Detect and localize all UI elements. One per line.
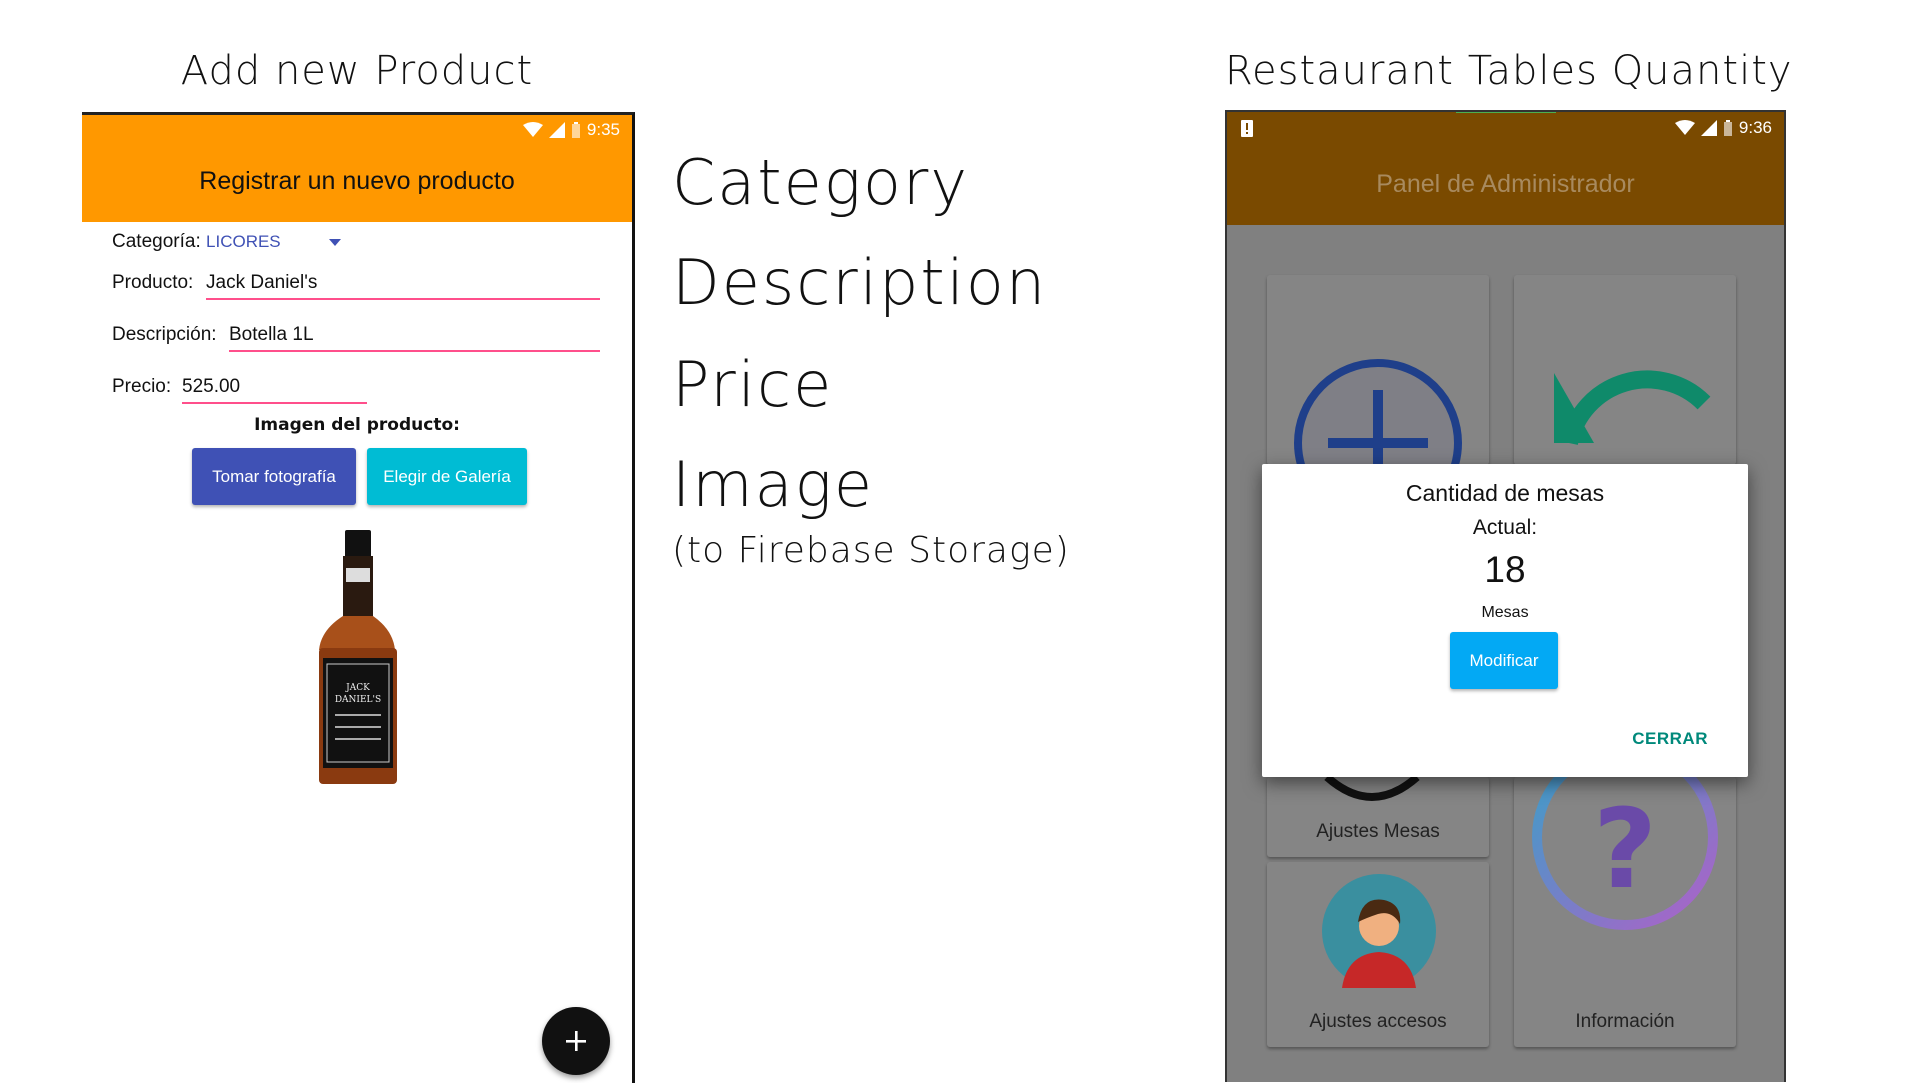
battery-icon bbox=[1723, 119, 1732, 136]
tables-unit: Mesas bbox=[1481, 604, 1529, 621]
caption-add-product: Add new Product bbox=[180, 48, 534, 94]
category-row: Categoría: LICORES bbox=[112, 231, 342, 253]
dialog-title: Cantidad de mesas bbox=[1405, 480, 1605, 506]
admin-panel-screen: 9:36 Panel de Administrador Ajustes Mesa… bbox=[1225, 110, 1786, 1082]
price-label: Precio: bbox=[112, 376, 172, 397]
status-bar: 9:35 bbox=[82, 115, 632, 145]
signal-icon bbox=[548, 122, 565, 138]
label-image: Image bbox=[672, 448, 875, 521]
category-value: LICORES bbox=[206, 232, 281, 251]
category-select[interactable]: LICORES bbox=[206, 232, 342, 251]
label-description: Description bbox=[672, 246, 1048, 319]
tile-ajustes-accesos[interactable]: Ajustes accesos bbox=[1267, 862, 1489, 1047]
svg-text:DANIEL'S: DANIEL'S bbox=[335, 695, 381, 705]
product-input[interactable]: Jack Daniel's bbox=[206, 272, 600, 300]
tile-label: Ajustes accesos bbox=[1309, 1011, 1447, 1032]
add-product-screen: 9:35 Registrar un nuevo producto Categor… bbox=[82, 112, 635, 1083]
tile-ajustes-mesas[interactable]: Ajustes Mesas bbox=[1267, 777, 1489, 857]
refresh-icon bbox=[1554, 370, 1711, 446]
gear-icon bbox=[1324, 777, 1420, 801]
alert-icon bbox=[1241, 120, 1253, 137]
image-label: Imagen del producto: bbox=[254, 415, 460, 435]
tile-refresh[interactable] bbox=[1514, 275, 1736, 465]
add-circle-icon bbox=[1294, 359, 1462, 465]
tile-label: Información bbox=[1575, 1011, 1675, 1032]
status-bar: 9:36 bbox=[1227, 112, 1784, 144]
product-image: JACK DANIEL'S bbox=[319, 530, 397, 784]
choose-gallery-button[interactable]: Elegir de Galería bbox=[367, 448, 527, 505]
modify-button[interactable]: Modificar bbox=[1450, 632, 1558, 689]
svg-text:JACK: JACK bbox=[345, 683, 370, 693]
category-label: Categoría: bbox=[112, 231, 201, 252]
caption-restaurant-tables: Restaurant Tables Quantity bbox=[1225, 48, 1793, 94]
label-category: Category bbox=[672, 146, 970, 219]
wifi-icon bbox=[522, 122, 543, 137]
signal-icon bbox=[1700, 120, 1717, 136]
label-price: Price bbox=[672, 348, 834, 421]
battery-icon bbox=[571, 121, 580, 138]
tables-quantity-dialog: Cantidad de mesas Actual: 18 Mesas Modif… bbox=[1262, 464, 1748, 777]
take-photo-button[interactable]: Tomar fotografía bbox=[192, 448, 356, 505]
tables-count: 18 bbox=[1484, 549, 1526, 590]
description-label: Descripción: bbox=[112, 324, 217, 345]
dropdown-caret-icon bbox=[329, 239, 342, 247]
label-image-note: (to Firebase Storage) bbox=[672, 530, 1070, 571]
tile-label: Ajustes Mesas bbox=[1316, 821, 1440, 842]
wifi-icon bbox=[1674, 120, 1695, 135]
tile-add[interactable] bbox=[1267, 275, 1489, 465]
help-icon: ? bbox=[1532, 777, 1718, 930]
tile-informacion[interactable]: ? Información bbox=[1514, 777, 1736, 1047]
app-bar-title: Registrar un nuevo producto bbox=[199, 167, 515, 195]
add-product-fab[interactable] bbox=[542, 1007, 610, 1075]
status-time: 9:35 bbox=[586, 120, 620, 139]
svg-text:?: ? bbox=[1593, 785, 1657, 913]
close-button[interactable]: CERRAR bbox=[1632, 729, 1708, 749]
plus-icon bbox=[566, 1031, 586, 1051]
current-label: Actual: bbox=[1472, 516, 1538, 539]
status-time: 9:36 bbox=[1738, 118, 1772, 137]
description-input[interactable]: Botella 1L bbox=[229, 324, 600, 352]
price-input[interactable]: 525.00 bbox=[182, 376, 367, 404]
product-label: Producto: bbox=[112, 272, 194, 293]
app-bar-title: Panel de Administrador bbox=[1376, 170, 1635, 198]
user-avatar-icon bbox=[1322, 874, 1436, 988]
